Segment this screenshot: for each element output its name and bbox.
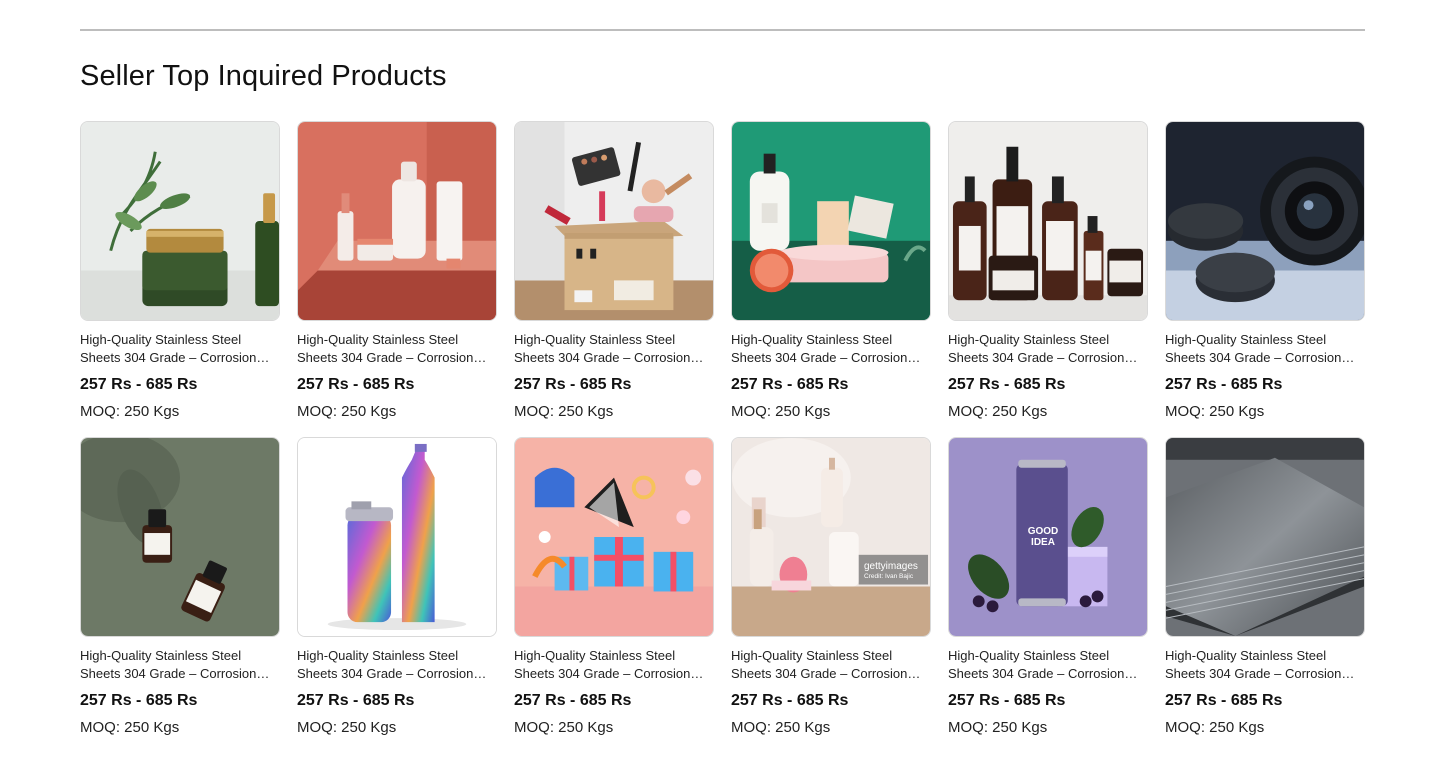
getty-watermark: gettyimages Credit: Ivan Bajic: [860, 558, 930, 586]
product-moq: MOQ: 250 Kgs: [514, 403, 614, 420]
product-card[interactable]: High-Quality Stainless Steel Sheets 304 …: [514, 437, 714, 753]
product-image-iridescent-bottles[interactable]: [297, 437, 497, 637]
product-card[interactable]: High-Quality Stainless Steel Sheets 304 …: [514, 121, 714, 437]
product-price: 257 Rs - 685 Rs: [1165, 376, 1283, 393]
product-image-camera-lens[interactable]: [1165, 121, 1365, 321]
product-moq: MOQ: 250 Kgs: [948, 719, 1048, 736]
product-name[interactable]: High-Quality Stainless Steel Sheets 304 …: [731, 647, 931, 683]
product-name[interactable]: High-Quality Stainless Steel Sheets 304 …: [514, 647, 714, 683]
section-title: Seller Top Inquired Products: [80, 60, 447, 92]
product-card[interactable]: High-Quality Stainless Steel Sheets 304 …: [297, 121, 497, 437]
product-moq: MOQ: 250 Kgs: [1165, 719, 1265, 736]
product-image-white-bottles[interactable]: [297, 121, 497, 321]
product-image-gifts[interactable]: [514, 437, 714, 637]
product-name[interactable]: High-Quality Stainless Steel Sheets 304 …: [1165, 647, 1365, 683]
product-moq: MOQ: 250 Kgs: [731, 719, 831, 736]
product-name[interactable]: High-Quality Stainless Steel Sheets 304 …: [80, 331, 280, 367]
product-card[interactable]: High-Quality Stainless Steel Sheets 304 …: [80, 121, 280, 437]
product-price: 257 Rs - 685 Rs: [514, 376, 632, 393]
product-moq: MOQ: 250 Kgs: [80, 403, 180, 420]
product-name[interactable]: High-Quality Stainless Steel Sheets 304 …: [80, 647, 280, 683]
product-moq: MOQ: 250 Kgs: [514, 719, 614, 736]
product-image-makeup-box[interactable]: [514, 121, 714, 321]
product-moq: MOQ: 250 Kgs: [80, 719, 180, 736]
product-name[interactable]: High-Quality Stainless Steel Sheets 304 …: [297, 331, 497, 367]
product-image-amber-bottles[interactable]: [948, 121, 1148, 321]
product-image-beauty-table[interactable]: gettyimages Credit: Ivan Bajic: [731, 437, 931, 637]
product-price: 257 Rs - 685 Rs: [948, 692, 1066, 709]
section-divider: [80, 29, 1365, 31]
product-name[interactable]: High-Quality Stainless Steel Sheets 304 …: [514, 331, 714, 367]
product-image-green-jars[interactable]: [80, 121, 280, 321]
product-image-energy-drink[interactable]: GOOD IDEA: [948, 437, 1148, 637]
product-image-skincare[interactable]: [731, 121, 931, 321]
product-card[interactable]: High-Quality Stainless Steel Sheets 304 …: [948, 121, 1148, 437]
product-price: 257 Rs - 685 Rs: [80, 692, 198, 709]
product-moq: MOQ: 250 Kgs: [948, 403, 1048, 420]
product-moq: MOQ: 250 Kgs: [1165, 403, 1265, 420]
product-price: 257 Rs - 685 Rs: [731, 376, 849, 393]
product-moq: MOQ: 250 Kgs: [297, 403, 397, 420]
product-moq: MOQ: 250 Kgs: [731, 403, 831, 420]
product-card[interactable]: High-Quality Stainless Steel Sheets 304 …: [731, 121, 931, 437]
product-name[interactable]: High-Quality Stainless Steel Sheets 304 …: [297, 647, 497, 683]
product-price: 257 Rs - 685 Rs: [948, 376, 1066, 393]
product-price: 257 Rs - 685 Rs: [80, 376, 198, 393]
product-price: 257 Rs - 685 Rs: [1165, 692, 1283, 709]
product-price: 257 Rs - 685 Rs: [731, 692, 849, 709]
product-card[interactable]: High-Quality Stainless Steel Sheets 304 …: [1165, 121, 1365, 437]
product-card[interactable]: High-Quality Stainless Steel Sheets 304 …: [297, 437, 497, 753]
product-image-dropper-bottles[interactable]: [80, 437, 280, 637]
product-grid: High-Quality Stainless Steel Sheets 304 …: [80, 121, 1365, 753]
product-name[interactable]: High-Quality Stainless Steel Sheets 304 …: [731, 331, 931, 367]
can-label: GOOD IDEA: [1027, 526, 1059, 548]
product-name[interactable]: High-Quality Stainless Steel Sheets 304 …: [1165, 331, 1365, 367]
product-card[interactable]: High-Quality Stainless Steel Sheets 304 …: [1165, 437, 1365, 753]
product-card[interactable]: High-Quality Stainless Steel Sheets 304 …: [80, 437, 280, 753]
watermark-credit: Credit: Ivan Bajic: [864, 573, 914, 580]
watermark-text: gettyimages: [864, 561, 918, 572]
product-image-steel-sheets[interactable]: [1165, 437, 1365, 637]
product-card[interactable]: gettyimages Credit: Ivan Bajic High-Qual…: [731, 437, 931, 753]
product-moq: MOQ: 250 Kgs: [297, 719, 397, 736]
product-card[interactable]: GOOD IDEA High-Quality Stainless Steel S…: [948, 437, 1148, 753]
product-name[interactable]: High-Quality Stainless Steel Sheets 304 …: [948, 331, 1148, 367]
product-price: 257 Rs - 685 Rs: [297, 376, 415, 393]
product-price: 257 Rs - 685 Rs: [514, 692, 632, 709]
product-name[interactable]: High-Quality Stainless Steel Sheets 304 …: [948, 647, 1148, 683]
product-price: 257 Rs - 685 Rs: [297, 692, 415, 709]
